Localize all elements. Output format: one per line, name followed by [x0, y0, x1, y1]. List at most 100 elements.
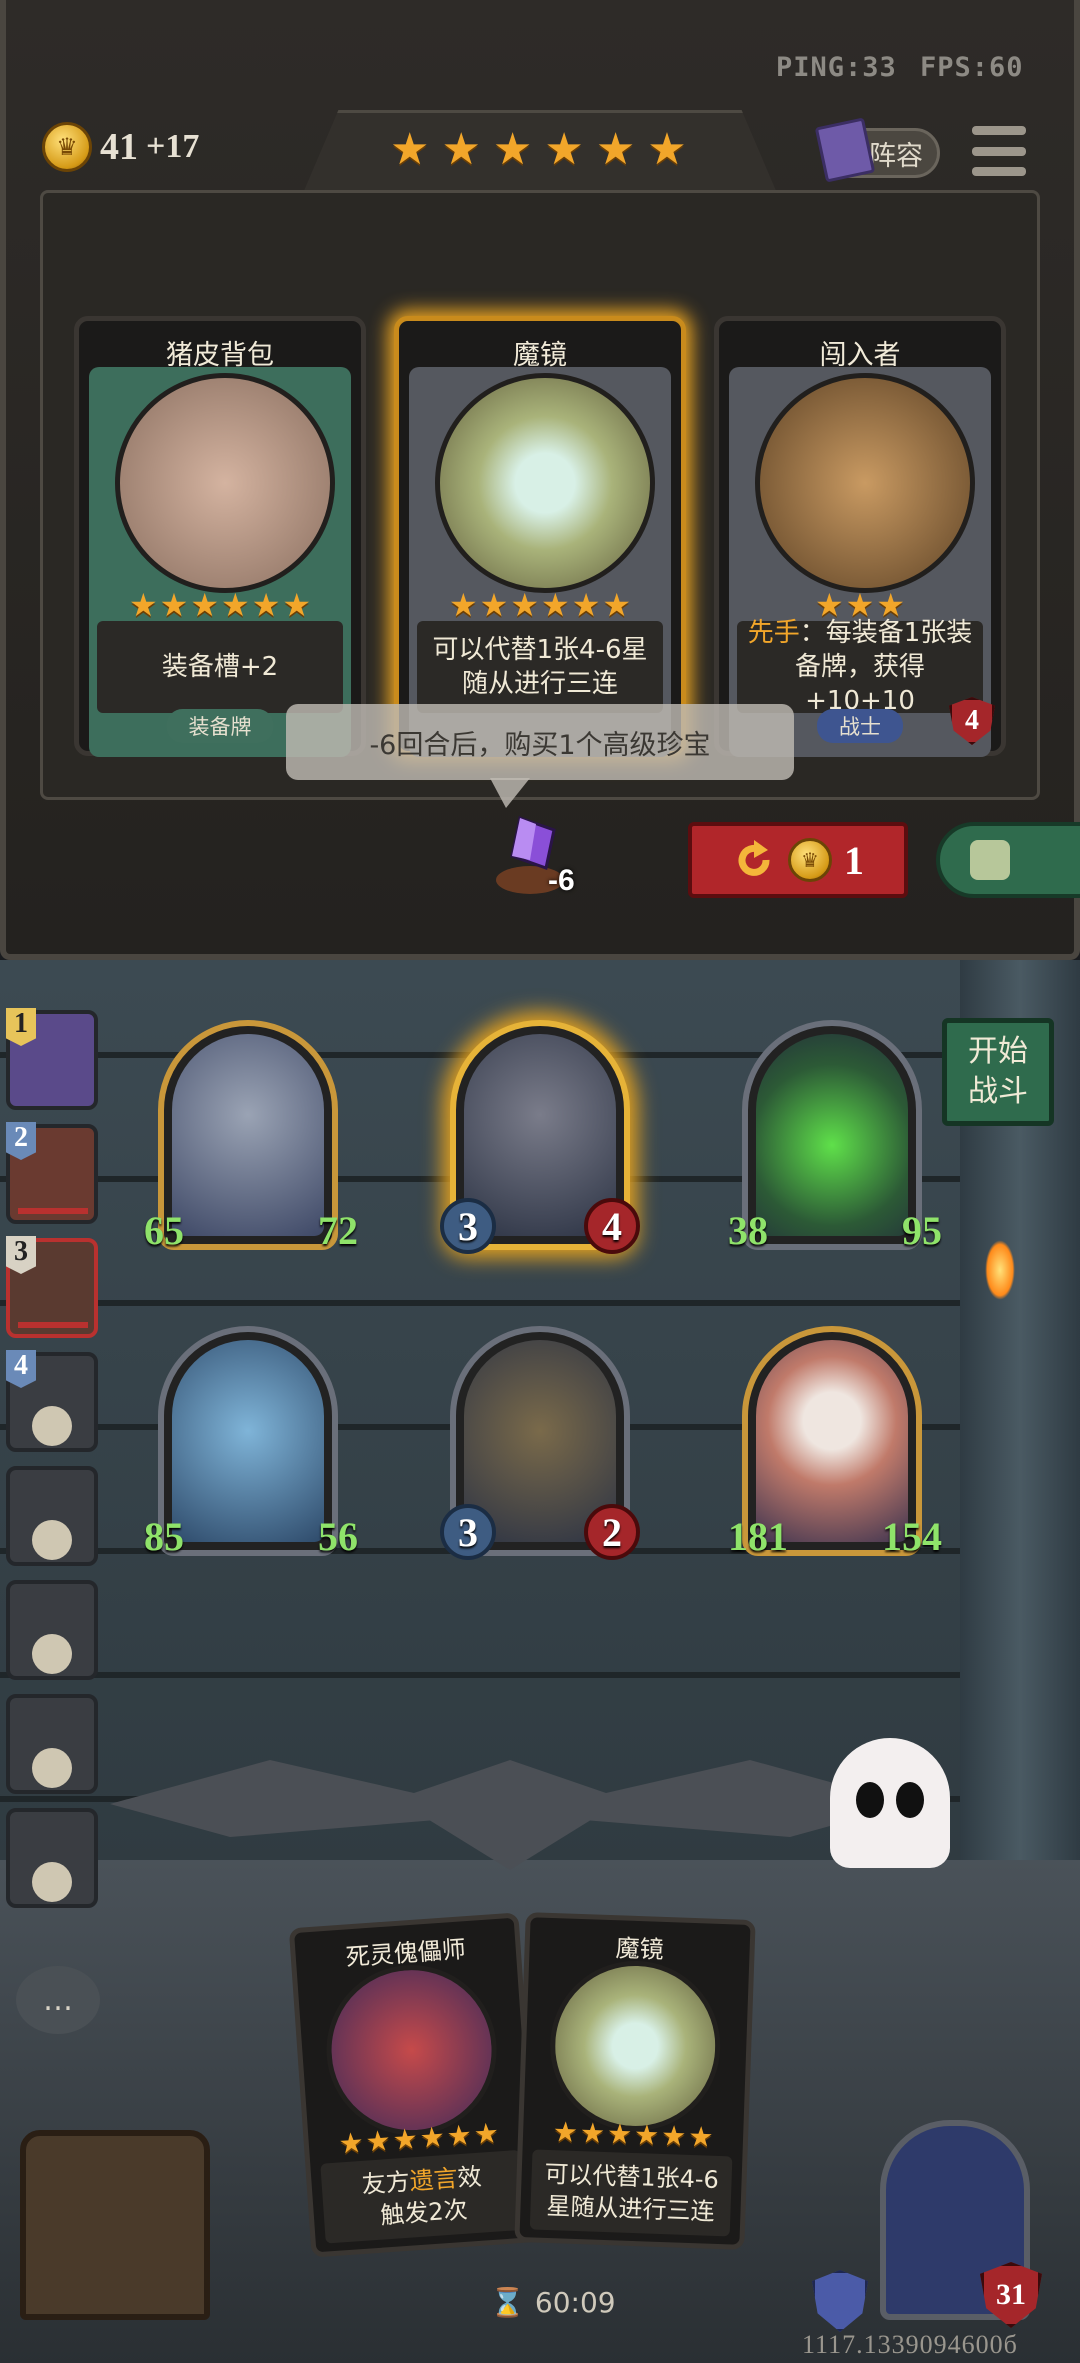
star-icon: ★	[606, 2117, 633, 2151]
player-health-bar	[18, 1322, 88, 1328]
card-title: 魔镜	[513, 340, 567, 371]
start-battle-line2: 战斗	[968, 1074, 1028, 1109]
minion-health: 95	[902, 1208, 942, 1253]
card-description: 装备槽+2	[97, 621, 343, 713]
description-text: ：每装备1张装备牌，获得+10+10	[794, 618, 973, 716]
start-battle-line1: 开始	[968, 1034, 1028, 1069]
star-icon: ★	[647, 124, 687, 175]
player-slot-2[interactable]: 2	[6, 1122, 98, 1224]
crown-coin-icon: ♛	[42, 122, 92, 172]
minion-bat-fiend[interactable]: 3 4	[440, 1020, 640, 1254]
player-slot-4[interactable]: 4	[6, 1350, 98, 1452]
star-icon: ★	[687, 2119, 714, 2154]
minion-attack: 181	[728, 1514, 788, 1559]
star-icon: ★	[544, 124, 584, 175]
player-health-bar	[18, 1208, 88, 1214]
shop-card-magic-mirror[interactable]: 魔镜 ★ ★ ★ ★ ★ ★ 可以代替1张4-6星随从进行三连	[394, 316, 686, 757]
hand-card-magic-mirror[interactable]: 魔镜 ★ ★ ★ ★ ★ ★ 可以代替1张4-6星随从进行三连	[514, 1912, 756, 2250]
minion-mad-scientist[interactable]: 181 154	[728, 1326, 942, 1559]
minion-attack: 85	[144, 1514, 184, 1559]
card-tag: 战士	[817, 709, 903, 743]
card-title: 猪皮背包	[166, 340, 274, 371]
star-icon: ★	[595, 124, 636, 175]
intruder-portrait	[755, 373, 975, 593]
star-icon: ★	[337, 2125, 365, 2161]
refresh-cost: 1	[844, 837, 864, 883]
desc-text: 友方	[360, 2167, 411, 2199]
card-description: 先手：每装备1张装备牌，获得+10+10	[737, 618, 983, 716]
desc-text: 触发2次	[379, 2195, 469, 2230]
minion-crescent-beast[interactable]: 65 72	[144, 1020, 358, 1253]
crown-coin-icon: ♛	[788, 838, 832, 882]
star-icon: ★	[448, 586, 478, 624]
star-icon: ★	[159, 586, 189, 624]
star-icon: ★	[552, 2115, 579, 2150]
player-slot-3-self[interactable]: 3	[6, 1236, 98, 1338]
star-icon: ★	[391, 2121, 419, 2157]
ping-readout: PING:33	[776, 52, 897, 83]
minion-art	[172, 1340, 324, 1542]
minion-armored-knight[interactable]: 3 2	[440, 1326, 640, 1560]
card-description: 可以代替1张4-6星随从进行三连	[529, 2149, 733, 2237]
star-icon: ★	[579, 2116, 606, 2150]
treasure-chest[interactable]	[20, 2130, 210, 2320]
minion-health: 56	[318, 1514, 358, 1559]
card-stars: ★ ★ ★ ★ ★ ★	[523, 2115, 744, 2154]
shop-card-intruder[interactable]: 闯入者 ★ ★ ★ 先手：每装备1张装备牌，获得+10+10 战士 4	[714, 316, 1006, 757]
magic-mirror-portrait	[435, 373, 655, 593]
minion-attack: 3	[440, 1198, 496, 1254]
star-icon: ★	[541, 586, 570, 624]
magic-mirror-portrait	[547, 1958, 724, 2134]
card-stars: ★ ★ ★ ★ ★ ★	[399, 589, 681, 621]
star-icon: ★	[472, 2116, 501, 2151]
session-id: 1117.1339094600б	[802, 2330, 1018, 2359]
skull-icon	[32, 1634, 72, 1674]
refresh-button[interactable]: ♛ 1	[688, 822, 908, 898]
chat-bubble-icon[interactable]: …	[16, 1966, 100, 2034]
start-battle-button[interactable]: 开始 战斗	[942, 1018, 1054, 1126]
card-stars: ★ ★ ★ ★ ★ ★	[79, 589, 361, 621]
hourglass-icon: ⌛	[490, 2286, 525, 2319]
star-icon: ★	[128, 586, 158, 624]
player-rank: 1	[6, 1008, 36, 1046]
star-icon: ★	[510, 586, 539, 624]
minion-attack: 38	[728, 1208, 768, 1253]
minion-health: 72	[318, 1208, 358, 1253]
minion-green-slime-beast[interactable]: 38 95	[728, 1020, 942, 1253]
star-icon: ★	[390, 124, 430, 175]
minion-art	[756, 1340, 908, 1542]
keyword-deathrattle: 遗言	[408, 2164, 459, 2196]
skull-icon	[32, 1748, 72, 1788]
lineup-label: 阵容	[869, 140, 923, 172]
ghost-companion[interactable]	[830, 1738, 950, 1868]
player-slot-1[interactable]: 1	[6, 1008, 98, 1110]
star-icon: ★	[364, 2123, 392, 2159]
round-timer: ⌛ 60:09	[490, 2286, 616, 2319]
tavern-tier-stars: ★ ★ ★ ★ ★ ★	[390, 128, 687, 172]
player-slot-eliminated[interactable]	[6, 1466, 98, 1566]
minion-attack: 3	[440, 1504, 496, 1560]
minion-health: 4	[584, 1198, 640, 1254]
lock-shop-button[interactable]	[936, 822, 1080, 898]
star-icon: ★	[418, 2120, 446, 2155]
minion-blue-dragon[interactable]: 85 56	[144, 1326, 358, 1559]
player-slot-eliminated[interactable]	[6, 1808, 98, 1908]
shop-card-pigskin-backpack[interactable]: 猪皮背包 ★ ★ ★ ★ ★ ★ 装备槽+2 装备牌	[74, 316, 366, 757]
player-slot-eliminated[interactable]	[6, 1694, 98, 1794]
star-icon: ★	[633, 2118, 660, 2152]
keyword-first-strike: 先手	[747, 618, 800, 648]
star-icon: ★	[479, 586, 509, 624]
star-icon: ★	[221, 586, 250, 624]
skull-icon	[32, 1520, 72, 1560]
star-icon: ★	[445, 2118, 473, 2153]
star-icon: ★	[282, 586, 312, 624]
hand-card-necro-puppeteer[interactable]: 死灵傀儡师 ★ ★ ★ ★ ★ ★ 友方遗言效 触发2次	[288, 1912, 542, 2258]
minion-health: 154	[882, 1514, 942, 1559]
menu-icon[interactable]	[972, 126, 1026, 176]
gold-display: ♛ 41 +17	[42, 122, 199, 172]
minion-attack: 65	[144, 1208, 184, 1253]
skull-icon	[32, 1406, 72, 1446]
player-slot-eliminated[interactable]	[6, 1580, 98, 1680]
minion-art	[756, 1034, 908, 1236]
star-icon: ★	[441, 124, 481, 175]
